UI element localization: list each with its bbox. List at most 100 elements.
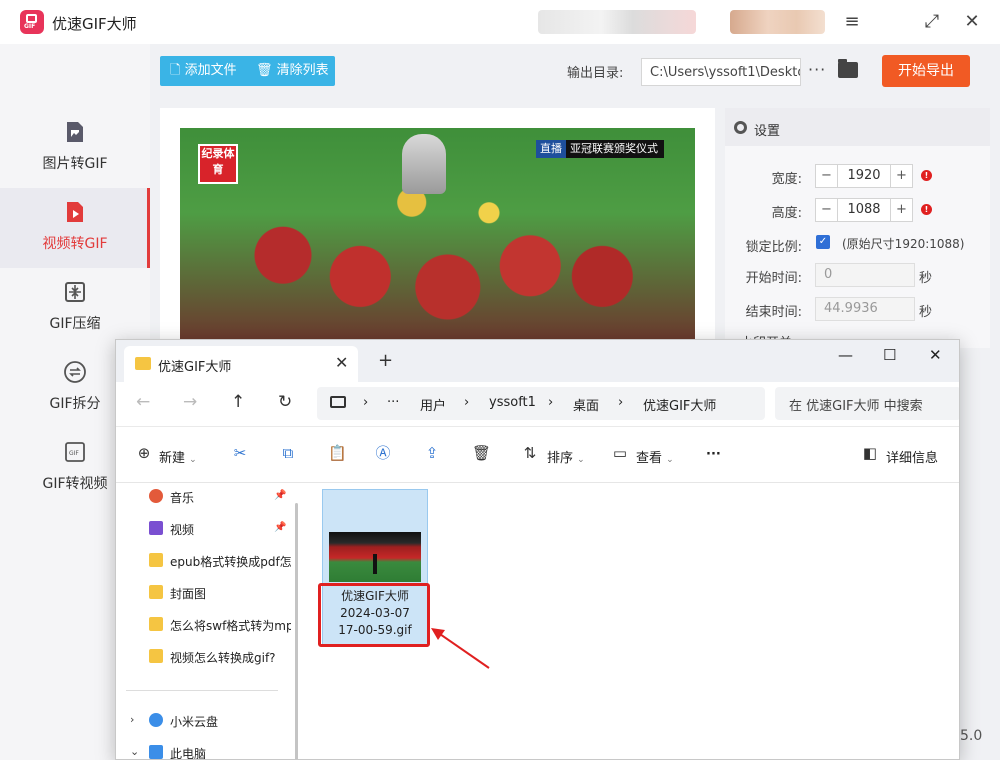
output-dir-field[interactable]: C:\Users\yssoft1\Deskto bbox=[641, 58, 801, 86]
width-warning-icon: ! bbox=[921, 170, 932, 181]
svg-text:GIF: GIF bbox=[69, 450, 79, 457]
nav-item-label: 音乐 bbox=[170, 491, 195, 505]
end-time-label: 结束时间: bbox=[745, 305, 802, 320]
details-button[interactable]: 详细信息 bbox=[886, 447, 938, 466]
refresh-icon[interactable]: ↻ bbox=[278, 392, 292, 412]
width-input[interactable]: 1920 bbox=[838, 165, 890, 187]
video-preview[interactable]: 纪录体育 直播 亚冠联赛颁奖仪式 bbox=[180, 128, 695, 340]
split-icon bbox=[64, 361, 86, 383]
blurred-account-area bbox=[538, 10, 696, 34]
address-bar[interactable]: › ··· 用户 › yssoft1 › 桌面 › 优速GIF大师 bbox=[317, 387, 765, 420]
sidebar-item-gif-compress[interactable]: GIF压缩 bbox=[0, 268, 150, 348]
maximize-icon[interactable]: ⤢ bbox=[920, 10, 944, 34]
nav-scrollbar[interactable] bbox=[295, 503, 298, 759]
annotation-arrow-icon bbox=[431, 628, 490, 669]
add-file-label: 添加文件 bbox=[184, 63, 237, 78]
forward-arrow-icon[interactable]: → bbox=[183, 392, 197, 412]
sort-button[interactable]: 排序 ⌄ bbox=[547, 447, 585, 466]
close-icon[interactable]: ✕ bbox=[929, 346, 942, 364]
details-pane-icon: ◧ bbox=[862, 444, 878, 462]
folder-icon bbox=[149, 585, 163, 599]
clear-list-button[interactable]: 🗑 清除列表 bbox=[256, 56, 329, 86]
file-icon: 🗋 bbox=[170, 63, 181, 78]
nav-item-music[interactable]: 音乐 📌 bbox=[116, 483, 291, 511]
height-increment-button[interactable]: + bbox=[890, 199, 912, 221]
nav-item-cloud[interactable]: › 小米云盘 bbox=[116, 707, 291, 735]
chevron-down-icon[interactable]: ⌄ bbox=[130, 745, 139, 758]
chevron-right-icon: › bbox=[548, 395, 554, 410]
height-decrement-button[interactable]: − bbox=[816, 199, 838, 221]
more-options-button[interactable]: ··· bbox=[808, 60, 826, 79]
compress-icon bbox=[65, 282, 85, 302]
width-label: 宽度: bbox=[771, 172, 802, 187]
file-button-group: 🗋 添加文件 🗑 清除列表 bbox=[160, 56, 335, 86]
sidebar-item-image-to-gif[interactable]: 图片转GIF bbox=[0, 108, 150, 188]
sidebar-item-video-to-gif[interactable]: 视频转GIF bbox=[0, 188, 150, 268]
breadcrumb-desktop[interactable]: 桌面 bbox=[573, 395, 599, 414]
new-label: 新建 bbox=[159, 451, 186, 466]
nav-item-folder[interactable]: 怎么将swf格式转为mp bbox=[116, 611, 291, 639]
close-icon[interactable]: ✕ bbox=[335, 353, 348, 372]
chevron-right-icon: › bbox=[363, 395, 369, 410]
nav-item-label: 视频怎么转换成gif? bbox=[170, 651, 276, 665]
gif-icon: GIF bbox=[65, 442, 85, 462]
sidebar-item-label: 视频转GIF bbox=[42, 236, 108, 252]
nav-item-label: epub格式转换成pdf怎 bbox=[170, 555, 291, 569]
lock-ratio-checkbox[interactable]: ✓ bbox=[816, 235, 830, 249]
view-label: 查看 bbox=[636, 451, 663, 466]
back-arrow-icon[interactable]: ← bbox=[136, 392, 150, 412]
delete-icon[interactable]: 🗑 bbox=[472, 445, 491, 461]
tab-title: 优速GIF大师 bbox=[158, 360, 232, 375]
explorer-tab[interactable]: 优速GIF大师 ✕ bbox=[124, 346, 358, 382]
breadcrumb-user[interactable]: yssoft1 bbox=[489, 395, 536, 410]
explorer-search-input[interactable]: 在 优速GIF大师 中搜索 bbox=[775, 387, 959, 420]
channel-logo-text: 纪录体育 bbox=[201, 147, 235, 176]
nav-item-folder[interactable]: 封面图 bbox=[116, 579, 291, 607]
nav-item-this-pc[interactable]: ⌄ 此电脑 bbox=[116, 739, 291, 759]
sidebar-item-label: 图片转GIF bbox=[42, 156, 108, 172]
end-time-input[interactable]: 44.9936 bbox=[815, 297, 915, 321]
folder-icon bbox=[149, 553, 163, 567]
width-increment-button[interactable]: + bbox=[890, 165, 912, 187]
nav-item-folder[interactable]: epub格式转换成pdf怎 bbox=[116, 547, 291, 575]
breadcrumb-users[interactable]: 用户 bbox=[420, 395, 446, 414]
file-explorer-window: 优速GIF大师 ✕ + — ☐ ✕ ← → ↑ ↻ › ··· 用户 › yss… bbox=[115, 339, 960, 760]
new-button[interactable]: 新建 ⌄ bbox=[159, 447, 197, 466]
original-size-text: (原始尺寸1920:1088) bbox=[842, 237, 965, 251]
start-time-unit: 秒 bbox=[919, 271, 933, 286]
view-button[interactable]: 查看 ⌄ bbox=[636, 447, 674, 466]
live-caption: 亚冠联赛颁奖仪式 bbox=[570, 142, 658, 155]
start-time-input[interactable]: 0 bbox=[815, 263, 915, 287]
output-dir-label: 输出目录: bbox=[567, 66, 624, 81]
breadcrumb-current-folder[interactable]: 优速GIF大师 bbox=[643, 395, 716, 414]
height-input[interactable]: 1088 bbox=[838, 199, 890, 221]
new-tab-icon[interactable]: + bbox=[378, 350, 393, 371]
minimize-icon[interactable]: — bbox=[838, 346, 853, 364]
rename-icon[interactable]: Ⓐ bbox=[375, 445, 391, 461]
more-options-button[interactable]: ··· bbox=[706, 447, 721, 462]
video-icon bbox=[67, 202, 83, 222]
height-stepper: − 1088 + bbox=[815, 198, 913, 222]
folder-icon bbox=[135, 357, 151, 370]
share-icon[interactable]: ⇪ bbox=[424, 445, 440, 461]
maximize-icon[interactable]: ☐ bbox=[883, 346, 896, 364]
copy-icon[interactable]: ⧉ bbox=[280, 445, 296, 461]
nav-item-videos[interactable]: 视频 📌 bbox=[116, 515, 291, 543]
menu-icon[interactable]: ≡ bbox=[840, 10, 864, 34]
up-arrow-icon[interactable]: ↑ bbox=[231, 392, 245, 412]
folder-icon bbox=[149, 649, 163, 663]
width-decrement-button[interactable]: − bbox=[816, 165, 838, 187]
chevron-right-icon[interactable]: › bbox=[130, 713, 134, 726]
explorer-nav-pane: 音乐 📌 视频 📌 epub格式转换成pdf怎 封面图 怎么将swf格式转为mp… bbox=[116, 483, 291, 759]
paste-icon[interactable]: 📋 bbox=[328, 445, 347, 461]
nav-item-folder[interactable]: 视频怎么转换成gif? bbox=[116, 643, 291, 671]
cut-icon[interactable]: ✂ bbox=[232, 445, 248, 461]
export-button[interactable]: 开始导出 bbox=[882, 55, 970, 87]
add-file-button[interactable]: 🗋 添加文件 bbox=[170, 56, 237, 86]
trash-icon: 🗑 bbox=[256, 63, 273, 78]
folder-icon[interactable] bbox=[838, 59, 858, 78]
close-icon[interactable]: ✕ bbox=[960, 10, 984, 34]
breadcrumb-overflow[interactable]: ··· bbox=[387, 395, 399, 410]
sort-icon: ⇅ bbox=[523, 444, 537, 462]
blurred-user-avatar[interactable] bbox=[730, 10, 825, 34]
